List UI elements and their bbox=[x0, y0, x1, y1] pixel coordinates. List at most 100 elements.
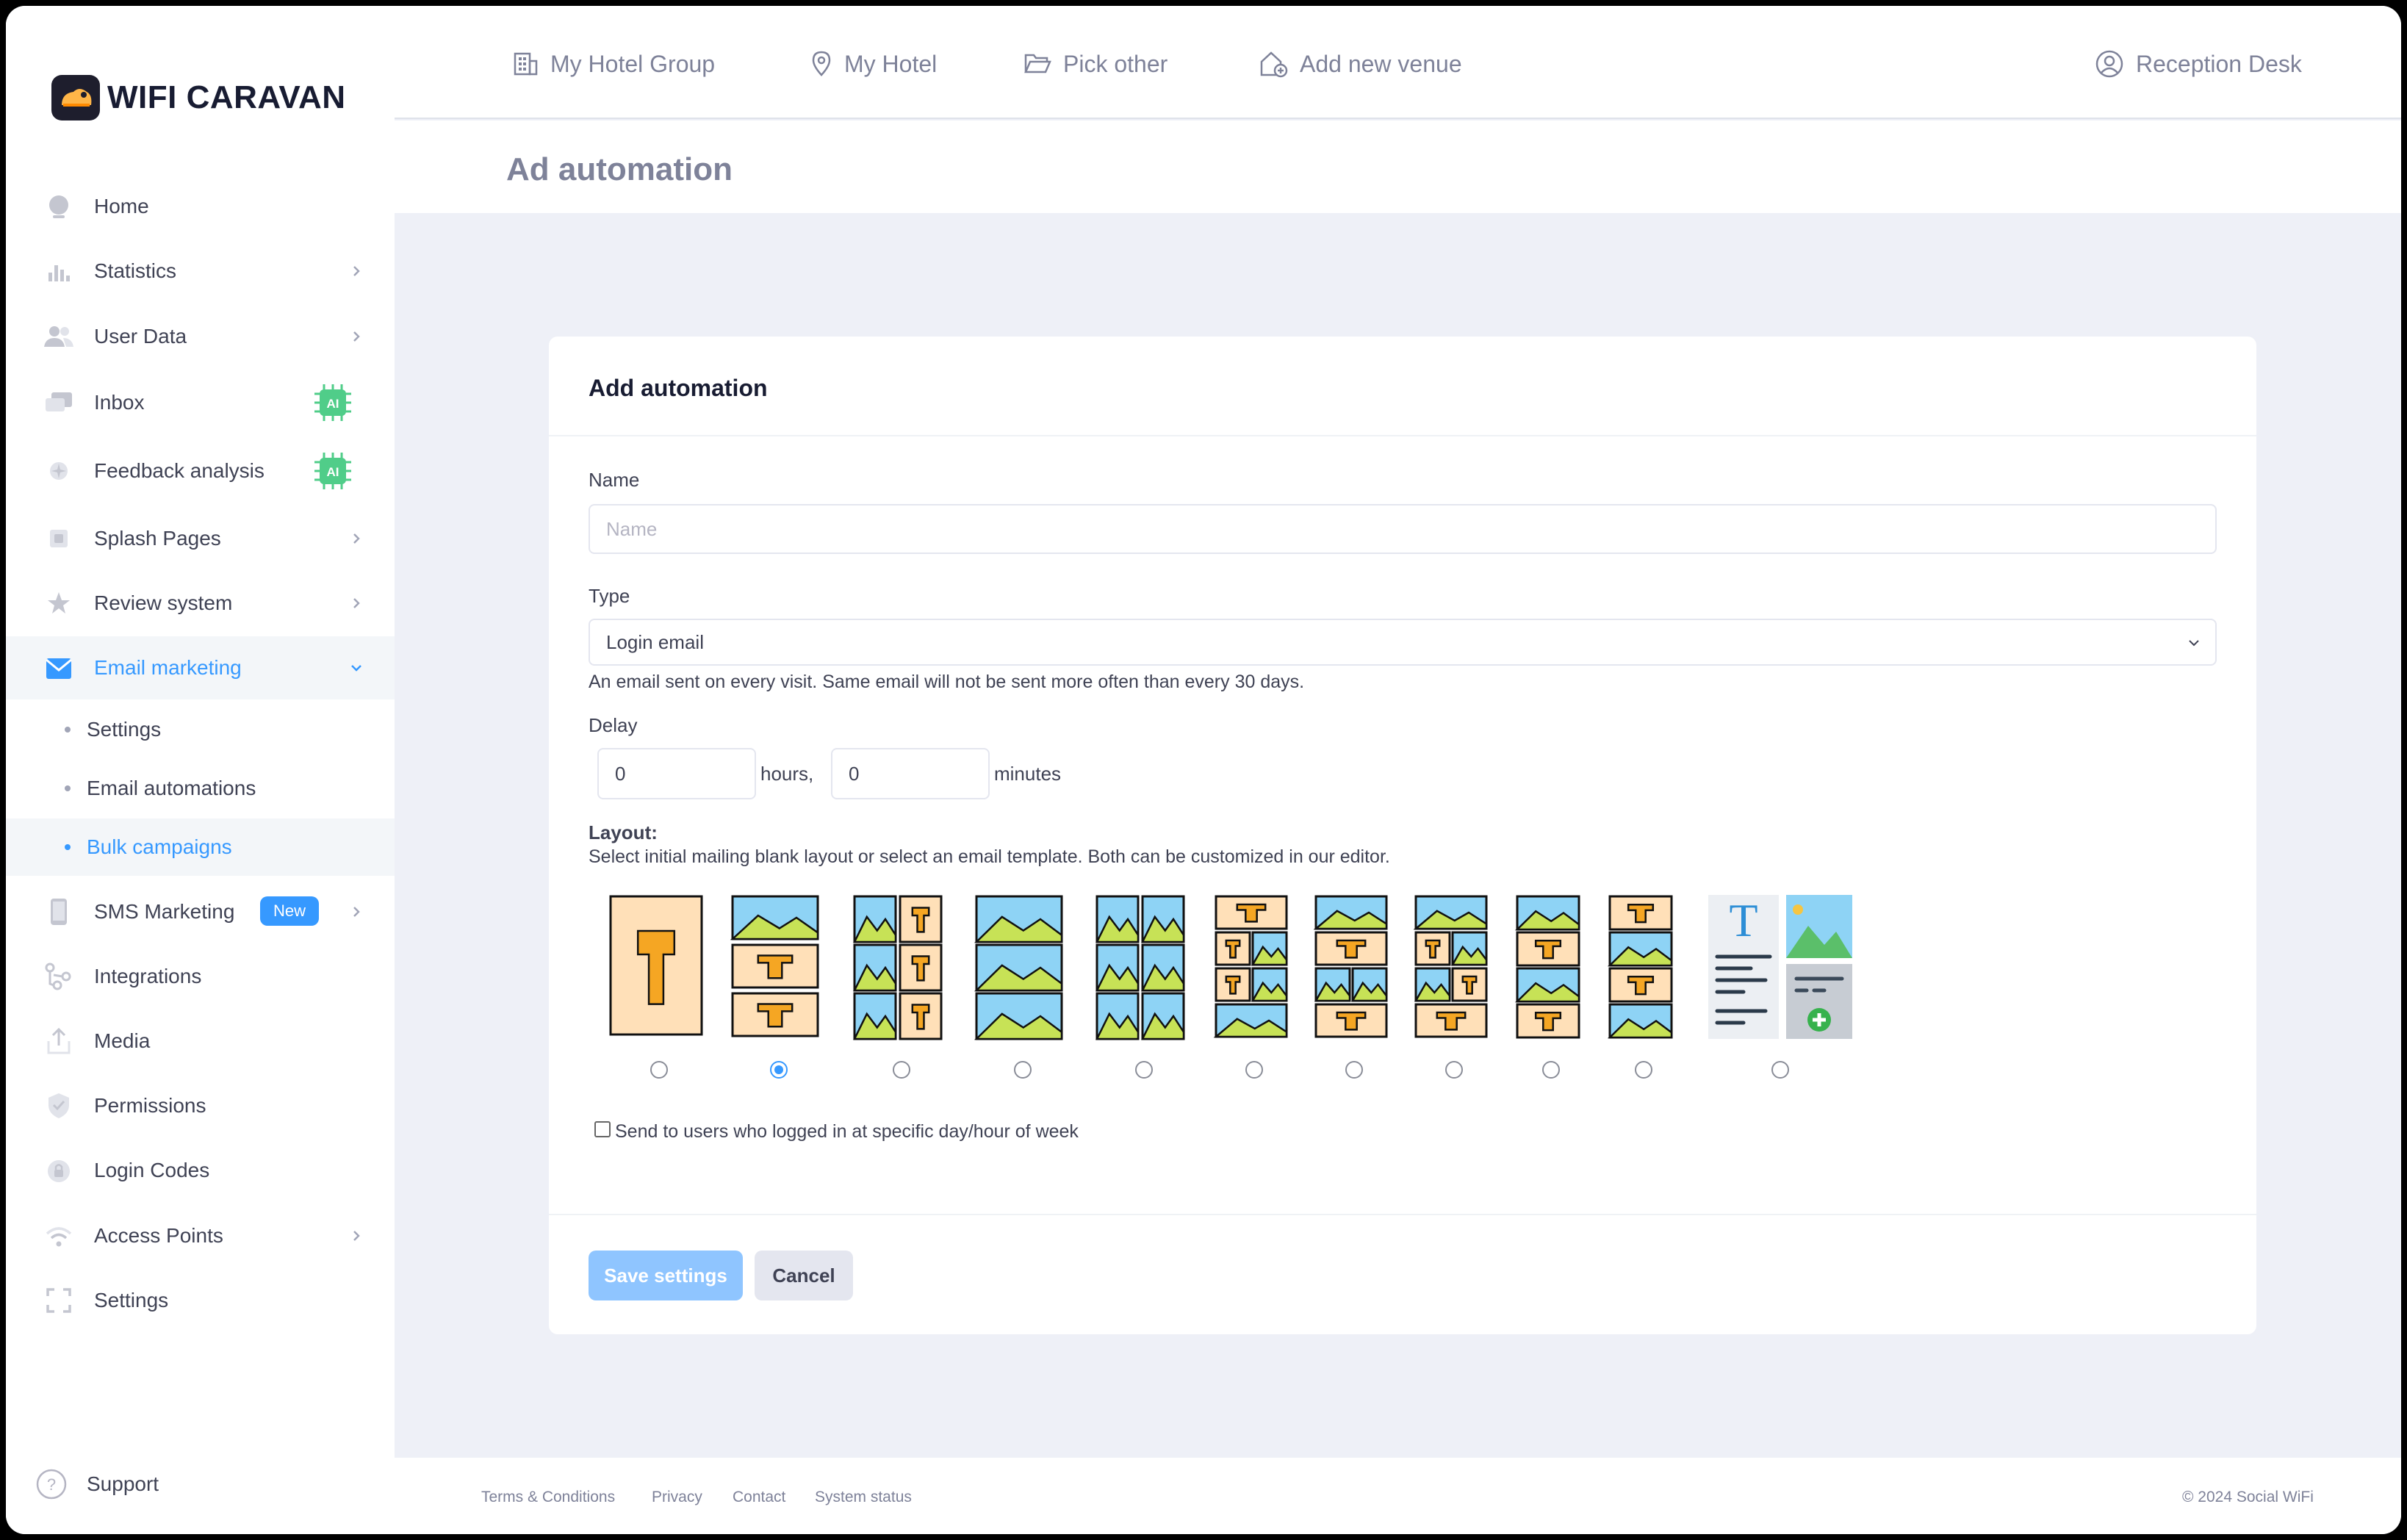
top-bar: My Hotel Group My Hotel Pick other Add n… bbox=[395, 6, 2401, 119]
wifi-icon bbox=[43, 1220, 75, 1252]
add-automation-card: Add automation Name Name Type Login emai… bbox=[549, 337, 2256, 1334]
chevron-down-icon bbox=[351, 665, 361, 672]
layout-option[interactable] bbox=[730, 893, 828, 1079]
logo-icon bbox=[51, 75, 100, 120]
sidebar-item-label: Media bbox=[94, 1029, 151, 1052]
add-venue-label: Add new venue bbox=[1300, 50, 1462, 77]
users-icon bbox=[43, 320, 75, 353]
sidebar-subitem-label: Bulk campaigns bbox=[87, 835, 232, 858]
sidebar-subitem-settings[interactable]: Settings bbox=[6, 701, 395, 758]
layout-radio[interactable] bbox=[1345, 1061, 1363, 1079]
layout-thumbnail-icon bbox=[609, 895, 703, 1036]
type-select[interactable]: Login email bbox=[589, 619, 2217, 666]
sparkle-icon bbox=[43, 455, 75, 487]
layout-radio[interactable] bbox=[1245, 1061, 1263, 1079]
layout-radio[interactable] bbox=[1135, 1061, 1153, 1079]
layout-option[interactable] bbox=[1094, 893, 1194, 1079]
layout-option[interactable] bbox=[608, 893, 710, 1079]
layout-radio[interactable] bbox=[1771, 1061, 1789, 1079]
sidebar-item-email-marketing[interactable]: Email marketing bbox=[6, 636, 395, 699]
layout-option[interactable] bbox=[1413, 893, 1495, 1079]
sidebar-item-label: Integrations bbox=[94, 965, 202, 987]
pick-other-link[interactable]: Pick other bbox=[1023, 46, 1167, 82]
layout-option[interactable] bbox=[1213, 893, 1295, 1079]
layout-thumbnail-icon bbox=[730, 895, 819, 1037]
sidebar-item-permissions[interactable]: Permissions bbox=[6, 1074, 395, 1137]
layout-option[interactable] bbox=[974, 893, 1072, 1079]
ai-badge: AI bbox=[313, 383, 353, 422]
hotel-group-link[interactable]: My Hotel Group bbox=[512, 46, 715, 82]
sidebar-item-label: Permissions bbox=[94, 1094, 206, 1117]
sidebar-subitem-email-automations[interactable]: Email automations bbox=[6, 760, 395, 817]
contact-link[interactable]: Contact bbox=[733, 1489, 785, 1506]
sidebar-item-access-points[interactable]: Access Points bbox=[6, 1204, 395, 1267]
brand-logo[interactable]: WIFI CARAVAN bbox=[51, 75, 346, 120]
sidebar-item-label: User Data bbox=[94, 325, 187, 348]
chevron-right-icon bbox=[353, 907, 360, 917]
sidebar-item-label: Home bbox=[94, 195, 149, 217]
delay-minutes-input[interactable]: 0 bbox=[831, 748, 990, 799]
layout-radio[interactable] bbox=[770, 1061, 788, 1079]
layout-option[interactable] bbox=[1313, 893, 1395, 1079]
sidebar-item-splash-pages[interactable]: Splash Pages bbox=[6, 507, 395, 570]
type-hint: An email sent on every visit. Same email… bbox=[589, 672, 1305, 692]
location-pin-icon bbox=[812, 51, 831, 76]
layout-label: Layout: bbox=[589, 821, 658, 843]
delay-hours-input[interactable]: 0 bbox=[597, 748, 756, 799]
phone-icon bbox=[43, 896, 75, 928]
layout-thumbnail-icon bbox=[1095, 895, 1185, 1040]
minutes-unit-label: minutes bbox=[994, 763, 1062, 785]
sidebar-item-integrations[interactable]: Integrations bbox=[6, 945, 395, 1008]
sidebar-item-settings[interactable]: Settings bbox=[6, 1269, 395, 1332]
delay-hours-value: 0 bbox=[615, 762, 626, 785]
envelope-icon bbox=[43, 652, 75, 684]
layout-radio[interactable] bbox=[1635, 1061, 1652, 1079]
pick-other-label: Pick other bbox=[1063, 50, 1168, 77]
layout-thumbnail-icon bbox=[974, 895, 1063, 1040]
sidebar-item-label: Email marketing bbox=[94, 656, 242, 679]
ai-badge: AI bbox=[313, 451, 353, 491]
layout-option[interactable] bbox=[852, 893, 951, 1079]
hotel-link[interactable]: My Hotel bbox=[810, 46, 937, 82]
sidebar-item-label: Review system bbox=[94, 591, 233, 614]
layout-option-template[interactable]: T bbox=[1707, 893, 1854, 1079]
layout-thumbnail-icon bbox=[1413, 895, 1488, 1038]
layout-radio[interactable] bbox=[1445, 1061, 1463, 1079]
cancel-button[interactable]: Cancel bbox=[755, 1251, 853, 1300]
hours-unit-label: hours, bbox=[760, 763, 814, 785]
sidebar-item-user-data[interactable]: User Data bbox=[6, 305, 395, 368]
save-button[interactable]: Save settings bbox=[589, 1251, 743, 1300]
name-placeholder: Name bbox=[606, 517, 658, 540]
layout-radio[interactable] bbox=[1014, 1061, 1032, 1079]
bullet-dot bbox=[65, 785, 71, 791]
sidebar-item-inbox[interactable]: Inbox AI bbox=[6, 371, 395, 434]
app-window: WIFI CARAVAN Home Statistics User Data I… bbox=[6, 6, 2401, 1534]
sidebar-item-review-system[interactable]: Review system bbox=[6, 572, 395, 635]
sidebar-subitem-bulk-campaigns[interactable]: Bulk campaigns bbox=[6, 818, 395, 876]
user-menu[interactable]: Reception Desk bbox=[2095, 46, 2302, 82]
sidebar-item-sms-marketing[interactable]: SMS Marketing New bbox=[6, 880, 395, 943]
privacy-link[interactable]: Privacy bbox=[652, 1489, 702, 1506]
sidebar-item-media[interactable]: Media bbox=[6, 1010, 395, 1073]
system-status-link[interactable]: System status bbox=[815, 1489, 912, 1506]
card-header: Add automation bbox=[549, 337, 2256, 436]
add-venue-link[interactable]: Add new venue bbox=[1259, 46, 1462, 82]
name-input[interactable]: Name bbox=[589, 504, 2217, 554]
specific-day-checkbox[interactable] bbox=[594, 1121, 611, 1137]
support-link[interactable]: ? Support bbox=[35, 1468, 159, 1500]
layout-radio[interactable] bbox=[893, 1061, 910, 1079]
layout-radio[interactable] bbox=[1542, 1061, 1560, 1079]
layout-option[interactable] bbox=[1514, 893, 1588, 1079]
sidebar-item-feedback-analysis[interactable]: Feedback analysis AI bbox=[6, 439, 395, 503]
layout-thumbnail-icon bbox=[1213, 895, 1288, 1038]
support-label: Support bbox=[87, 1472, 159, 1495]
sidebar-item-label: SMS Marketing bbox=[94, 900, 235, 923]
layout-option[interactable] bbox=[1607, 893, 1680, 1079]
sidebar-item-login-codes[interactable]: Login Codes bbox=[6, 1139, 395, 1202]
sidebar-item-statistics[interactable]: Statistics bbox=[6, 240, 395, 303]
terms-link[interactable]: Terms & Conditions bbox=[481, 1489, 615, 1506]
sidebar-item-home[interactable]: Home bbox=[6, 175, 395, 238]
layout-radio[interactable] bbox=[650, 1061, 668, 1079]
sidebar-item-label: Login Codes bbox=[94, 1159, 210, 1181]
sidebar: WIFI CARAVAN Home Statistics User Data I… bbox=[6, 6, 395, 1534]
